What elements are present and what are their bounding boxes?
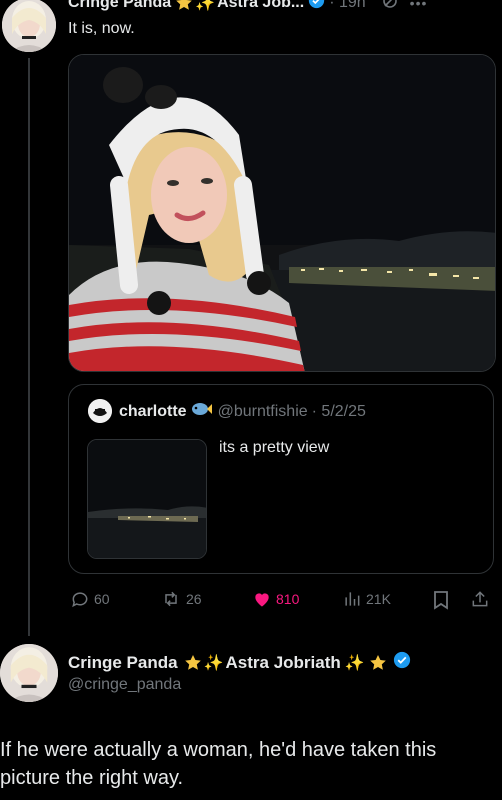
- bookmark-icon[interactable]: [432, 590, 450, 615]
- views-icon: [345, 592, 360, 606]
- quoted-date[interactable]: · 5/2/25: [312, 403, 366, 421]
- sparkle-icon: ✨: [195, 0, 216, 12]
- star-icon: [369, 654, 387, 672]
- quoted-photo[interactable]: [87, 439, 207, 559]
- tweet-time[interactable]: · 19h: [329, 0, 365, 12]
- quoted-text: its a pretty view: [219, 439, 330, 456]
- reply-text: If he were actually a woman, he'd have t…: [0, 739, 437, 789]
- grok-icon[interactable]: [382, 0, 398, 14]
- quoted-display-name[interactable]: charlotte: [119, 403, 187, 421]
- reply-icon: [72, 592, 88, 608]
- reply-button[interactable]: 60: [70, 589, 110, 609]
- tweet-photo[interactable]: [68, 54, 496, 372]
- display-name[interactable]: Cringe Panda: [68, 0, 171, 12]
- star-icon: [184, 654, 202, 672]
- avatar[interactable]: [2, 0, 56, 52]
- second-display-name[interactable]: Astra Job...: [217, 0, 304, 12]
- fish-icon: [190, 401, 212, 422]
- verified-icon: [308, 0, 325, 14]
- retweet-icon: [165, 591, 177, 607]
- heart-icon: [255, 593, 269, 607]
- quoted-handle[interactable]: @burntfishie: [218, 403, 308, 421]
- tweet-header: Cringe Panda ✨ Astra Job... · 19h •••: [68, 0, 498, 14]
- reply-header: Cringe Panda ✨ Astra Jobriath ✨: [68, 651, 411, 674]
- reply-handle[interactable]: @cringe_panda: [68, 676, 181, 694]
- sparkle-icon: ✨: [203, 654, 224, 672]
- share-icon[interactable]: [470, 589, 490, 614]
- reply-display-name[interactable]: Cringe Panda: [68, 653, 178, 673]
- retweet-count: 26: [186, 591, 202, 607]
- sparkle-icon: ✨: [344, 654, 365, 672]
- more-icon[interactable]: •••: [410, 0, 428, 11]
- retweet-button[interactable]: 26: [160, 589, 202, 609]
- quoted-tweet-card[interactable]: charlotte @burntfishie · 5/2/25 its a pr…: [68, 384, 494, 574]
- reply-count: 60: [94, 591, 110, 607]
- reply-avatar[interactable]: [0, 644, 58, 702]
- star-icon: [175, 0, 193, 12]
- views-button[interactable]: 21K: [342, 589, 391, 609]
- views-count: 21K: [366, 591, 391, 607]
- like-button[interactable]: 810: [252, 589, 299, 609]
- reply-second-name[interactable]: Astra Jobriath: [226, 653, 341, 673]
- quoted-avatar[interactable]: [88, 399, 112, 423]
- thread-line: [28, 58, 30, 636]
- tweet-text: It is, now.: [68, 20, 135, 37]
- like-count: 810: [276, 591, 300, 607]
- verified-icon: [393, 651, 411, 674]
